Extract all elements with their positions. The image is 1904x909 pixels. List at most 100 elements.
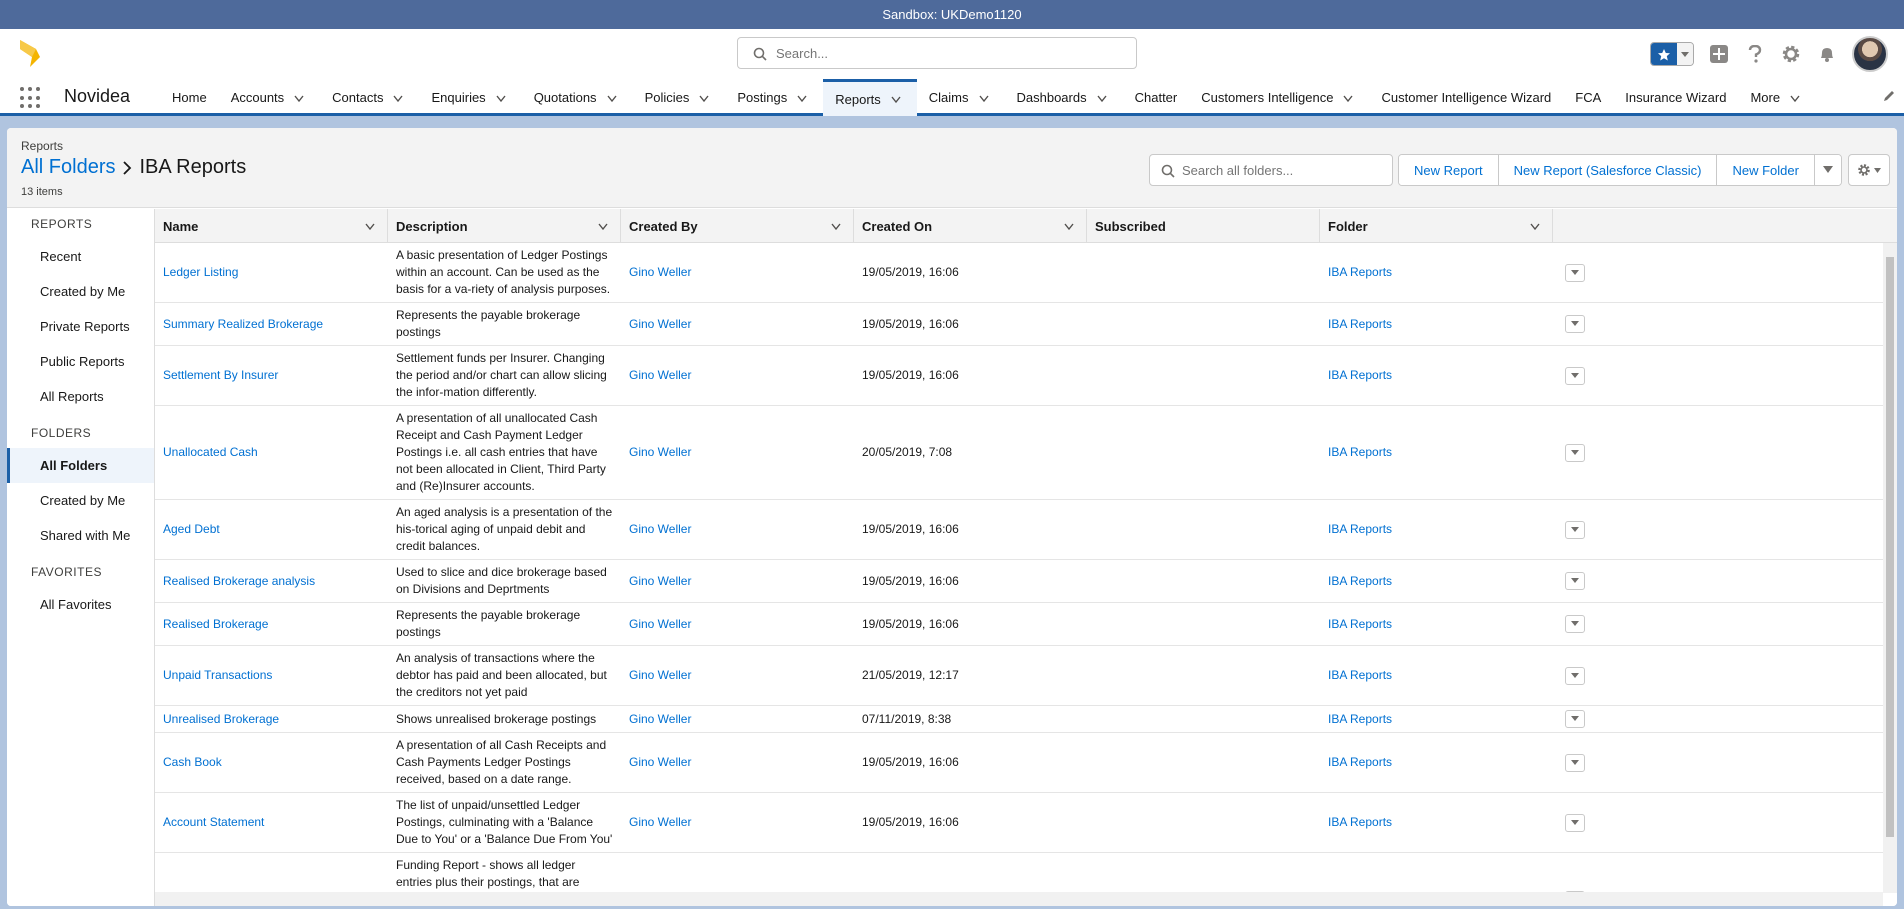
row-actions-button[interactable] [1565, 520, 1585, 539]
report-name-link[interactable]: Account Statement [155, 814, 388, 831]
help-icon[interactable] [1744, 43, 1766, 65]
chevron-down-icon[interactable] [1064, 219, 1078, 233]
chevron-down-icon[interactable] [1677, 43, 1693, 65]
sidebar-item-created-by-me[interactable]: Created by Me [7, 483, 154, 518]
created-by-link[interactable]: Gino Weller [621, 264, 854, 281]
folder-link[interactable]: IBA Reports [1320, 711, 1553, 728]
row-actions-button[interactable] [1565, 710, 1585, 728]
chevron-down-icon[interactable] [393, 91, 407, 105]
gear-icon[interactable] [1780, 43, 1802, 65]
favorites-button[interactable] [1650, 42, 1694, 66]
vertical-scrollbar[interactable] [1883, 243, 1897, 893]
chevron-down-icon[interactable] [1790, 91, 1804, 105]
report-name-link[interactable]: Ledger Listing [155, 264, 388, 281]
list-settings-button[interactable] [1848, 154, 1890, 186]
folder-search[interactable] [1149, 154, 1393, 186]
nav-tab-customer-intelligence-wizard[interactable]: Customer Intelligence Wizard [1369, 79, 1563, 116]
folder-link[interactable]: IBA Reports [1320, 667, 1553, 684]
nav-tab-enquiries[interactable]: Enquiries [419, 79, 521, 116]
row-actions-button[interactable] [1565, 666, 1585, 685]
folder-search-input[interactable] [1182, 160, 1382, 180]
chevron-down-icon[interactable] [607, 91, 621, 105]
folder-link[interactable]: IBA Reports [1320, 367, 1553, 384]
new-folder-button[interactable]: New Folder [1717, 155, 1815, 185]
bell-icon[interactable] [1816, 43, 1838, 65]
row-actions-button[interactable] [1565, 615, 1585, 633]
column-header-name[interactable]: Name [155, 209, 388, 243]
add-icon[interactable] [1708, 43, 1730, 65]
folder-link[interactable]: IBA Reports [1320, 573, 1553, 590]
created-by-link[interactable]: Gino Weller [621, 521, 854, 538]
chevron-down-icon[interactable] [978, 91, 993, 105]
sidebar-item-recent[interactable]: Recent [7, 239, 154, 274]
nav-tab-accounts[interactable]: Accounts [219, 79, 320, 116]
sidebar-item-public-reports[interactable]: Public Reports [7, 344, 154, 379]
nav-tab-insurance-wizard[interactable]: Insurance Wizard [1613, 79, 1738, 116]
nav-tab-customers-intelligence[interactable]: Customers Intelligence [1189, 79, 1369, 116]
global-search-input[interactable] [776, 43, 1126, 63]
chevron-down-icon[interactable] [1343, 91, 1357, 105]
folder-link[interactable]: IBA Reports [1320, 814, 1553, 831]
chevron-down-icon[interactable] [294, 91, 308, 105]
horizontal-scrollbar[interactable] [155, 892, 1883, 906]
global-search[interactable] [737, 37, 1137, 69]
created-by-link[interactable]: Gino Weller [621, 711, 854, 728]
nav-tab-policies[interactable]: Policies [633, 79, 726, 116]
new-report-classic-button[interactable]: New Report (Salesforce Classic) [1498, 155, 1718, 185]
chevron-down-icon[interactable] [1097, 91, 1111, 105]
nav-tab-postings[interactable]: Postings [725, 79, 823, 116]
sidebar-item-shared-with-me[interactable]: Shared with Me [7, 518, 154, 553]
folder-link[interactable]: IBA Reports [1320, 316, 1553, 333]
chevron-down-icon[interactable] [598, 219, 612, 233]
created-by-link[interactable]: Gino Weller [621, 444, 854, 461]
created-by-link[interactable]: Gino Weller [621, 616, 854, 633]
row-actions-button[interactable] [1565, 813, 1585, 832]
report-name-link[interactable]: Unrealised Brokerage [155, 711, 388, 728]
row-actions-button[interactable] [1565, 315, 1585, 333]
report-name-link[interactable]: Unallocated Cash [155, 444, 388, 461]
breadcrumb-all-folders[interactable]: All Folders [21, 156, 115, 179]
nav-tab-dashboards[interactable]: Dashboards [1005, 79, 1123, 116]
column-header-folder[interactable]: Folder [1320, 209, 1553, 243]
created-by-link[interactable]: Gino Weller [621, 814, 854, 831]
created-by-link[interactable]: Gino Weller [621, 754, 854, 771]
nav-tab-reports[interactable]: Reports [823, 79, 917, 116]
chevron-down-icon[interactable] [831, 219, 845, 233]
chevron-down-icon[interactable] [891, 92, 905, 106]
report-name-link[interactable]: Cash Book [155, 754, 388, 771]
folder-link[interactable]: IBA Reports [1320, 521, 1553, 538]
folder-link[interactable]: IBA Reports [1320, 264, 1553, 281]
sidebar-item-created-by-me[interactable]: Created by Me [7, 274, 154, 309]
report-name-link[interactable]: Unpaid Transactions [155, 667, 388, 684]
nav-tab-chatter[interactable]: Chatter [1123, 79, 1190, 116]
nav-tab-quotations[interactable]: Quotations [522, 79, 633, 116]
created-by-link[interactable]: Gino Weller [621, 316, 854, 333]
report-name-link[interactable]: Realised Brokerage [155, 616, 388, 633]
chevron-down-icon[interactable] [496, 91, 510, 105]
report-name-link[interactable]: Aged Debt [155, 521, 388, 538]
scrollbar-thumb[interactable] [1886, 257, 1894, 837]
nav-tab-fca[interactable]: FCA [1563, 79, 1613, 116]
pencil-icon[interactable] [1882, 89, 1896, 106]
folder-link[interactable]: IBA Reports [1320, 444, 1553, 461]
sidebar-item-private-reports[interactable]: Private Reports [7, 309, 154, 344]
created-by-link[interactable]: Gino Weller [621, 573, 854, 590]
sidebar-item-all-reports[interactable]: All Reports [7, 379, 154, 414]
nav-tab-more[interactable]: More [1738, 79, 1816, 116]
folder-link[interactable]: IBA Reports [1320, 616, 1553, 633]
row-actions-button[interactable] [1565, 572, 1585, 590]
created-by-link[interactable]: Gino Weller [621, 367, 854, 384]
nav-tab-home[interactable]: Home [160, 79, 219, 116]
nav-tab-claims[interactable]: Claims [917, 79, 1005, 116]
row-actions-button[interactable] [1565, 366, 1585, 385]
sidebar-item-all-folders[interactable]: All Folders [7, 448, 154, 483]
row-actions-button[interactable] [1565, 443, 1585, 462]
folder-link[interactable]: IBA Reports [1320, 754, 1553, 771]
nav-tab-contacts[interactable]: Contacts [320, 79, 419, 116]
more-actions-button[interactable] [1814, 155, 1841, 185]
chevron-down-icon[interactable] [1530, 219, 1544, 233]
sidebar-item-all-favorites[interactable]: All Favorites [7, 587, 154, 622]
created-by-link[interactable]: Gino Weller [621, 667, 854, 684]
chevron-down-icon[interactable] [365, 219, 379, 233]
new-report-button[interactable]: New Report [1399, 155, 1499, 185]
